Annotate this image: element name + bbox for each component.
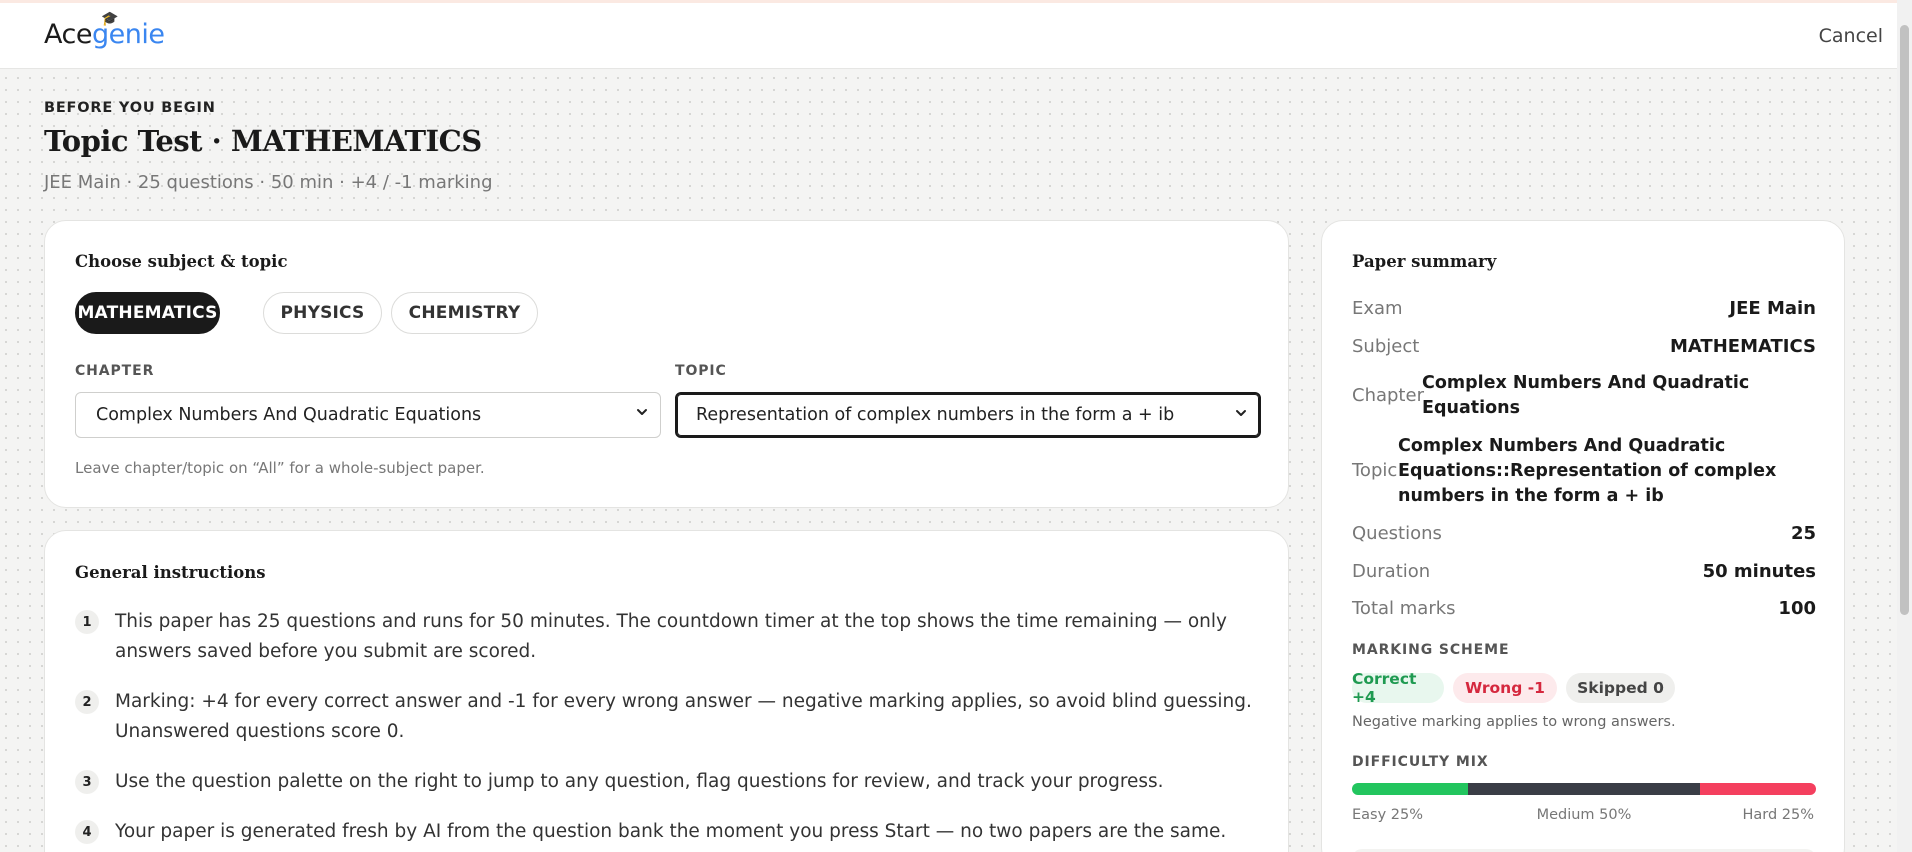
summary-value: 25: [1790, 523, 1816, 544]
paper-summary-title: Paper summary: [1352, 252, 1497, 271]
marking-scheme-heading: MARKING SCHEME: [1352, 642, 1510, 658]
instruction-text: Your paper is generated fresh by AI from…: [115, 821, 1227, 842]
instruction-number: 1: [75, 610, 99, 634]
page-scrollbar[interactable]: [1897, 0, 1912, 852]
page-title: Topic Test · MATHEMATICS: [44, 124, 482, 158]
difficulty-mix-heading: DIFFICULTY MIX: [1352, 754, 1489, 770]
instruction-text: Use the question palette on the right to…: [115, 771, 1164, 792]
logo-text-ace: Ace: [44, 19, 92, 50]
difficulty-segment-hard: [1700, 783, 1816, 795]
topic-select[interactable]: Representation of complex numbers in the…: [675, 392, 1261, 438]
difficulty-segment-medium: [1468, 783, 1700, 795]
instruction-number: 2: [75, 690, 99, 714]
summary-value: Complex Numbers And Quadratic Equations: [1422, 373, 1750, 418]
skipped-marks-badge: Skipped 0: [1566, 673, 1675, 703]
summary-key: Chapter: [1352, 385, 1424, 406]
acegenie-logo[interactable]: Ace 🎓 genie: [44, 11, 165, 50]
logo-text-genie: 🎓 genie: [92, 11, 165, 50]
chapter-label: CHAPTER: [75, 363, 155, 379]
summary-value: 100: [1778, 598, 1816, 619]
summary-value: Complex Numbers And Quadratic Equations:…: [1398, 436, 1777, 506]
negative-marking-note: Negative marking applies to wrong answer…: [1352, 714, 1676, 730]
correct-marks-badge: Correct +4: [1352, 670, 1444, 706]
topic-select-value: Representation of complex numbers in the…: [696, 405, 1175, 425]
summary-key: Subject: [1352, 336, 1420, 357]
difficulty-segment-easy: [1352, 783, 1468, 795]
subject-tab-chemistry[interactable]: CHEMISTRY: [391, 292, 538, 334]
wrong-marks-badge: Wrong -1: [1453, 673, 1557, 703]
eyebrow-label: BEFORE YOU BEGIN: [44, 100, 216, 116]
summary-key: Topic: [1352, 460, 1398, 481]
subject-tab-physics[interactable]: PHYSICS: [263, 292, 382, 334]
chevron-down-icon: [1236, 410, 1246, 416]
instruction-number: 4: [75, 820, 99, 844]
topic-label: TOPIC: [675, 363, 727, 379]
summary-value: MATHEMATICS: [1669, 336, 1816, 357]
instruction-text: This paper has 25 questions and runs for…: [115, 611, 1227, 662]
difficulty-mix-bar: [1352, 783, 1816, 795]
general-instructions-card: General instructions 1 This paper has 25…: [44, 530, 1289, 852]
summary-value: 50 minutes: [1702, 561, 1816, 582]
summary-key: Exam: [1352, 298, 1403, 319]
choose-subject-title: Choose subject & topic: [75, 252, 288, 271]
page-subtitle: JEE Main · 25 questions · 50 min · +4 / …: [44, 172, 493, 193]
summary-key: Total marks: [1352, 598, 1456, 619]
app-header: Ace 🎓 genie Cancel: [0, 3, 1897, 69]
instructions-title: General instructions: [75, 563, 266, 582]
chapter-topic-hint: Leave chapter/topic on “All” for a whole…: [75, 459, 485, 477]
summary-value: JEE Main: [1729, 298, 1816, 319]
instruction-text: Marking: +4 for every correct answer and…: [115, 691, 1252, 742]
summary-row-topic: Topic Complex Numbers And Quadratic Equa…: [1352, 434, 1816, 512]
graduation-cap-icon: 🎓: [100, 11, 118, 27]
scrollbar-thumb[interactable]: [1900, 25, 1909, 615]
chapter-select[interactable]: Complex Numbers And Quadratic Equations: [75, 392, 661, 438]
summary-key: Questions: [1352, 523, 1442, 544]
cancel-button[interactable]: Cancel: [1819, 25, 1883, 47]
paper-summary-card: Paper summary Exam JEE Main Subject MATH…: [1321, 220, 1845, 852]
difficulty-label-hard: Hard 25%: [1742, 807, 1814, 823]
chapter-select-value: Complex Numbers And Quadratic Equations: [96, 405, 482, 425]
choose-subject-card: Choose subject & topic MATHEMATICS PHYSI…: [44, 220, 1289, 508]
summary-row-chapter: Chapter Complex Numbers And Quadratic Eq…: [1352, 371, 1816, 423]
instruction-number: 3: [75, 770, 99, 794]
subject-tab-mathematics[interactable]: MATHEMATICS: [75, 292, 220, 334]
chevron-down-icon: [637, 409, 647, 415]
summary-key: Duration: [1352, 561, 1431, 582]
